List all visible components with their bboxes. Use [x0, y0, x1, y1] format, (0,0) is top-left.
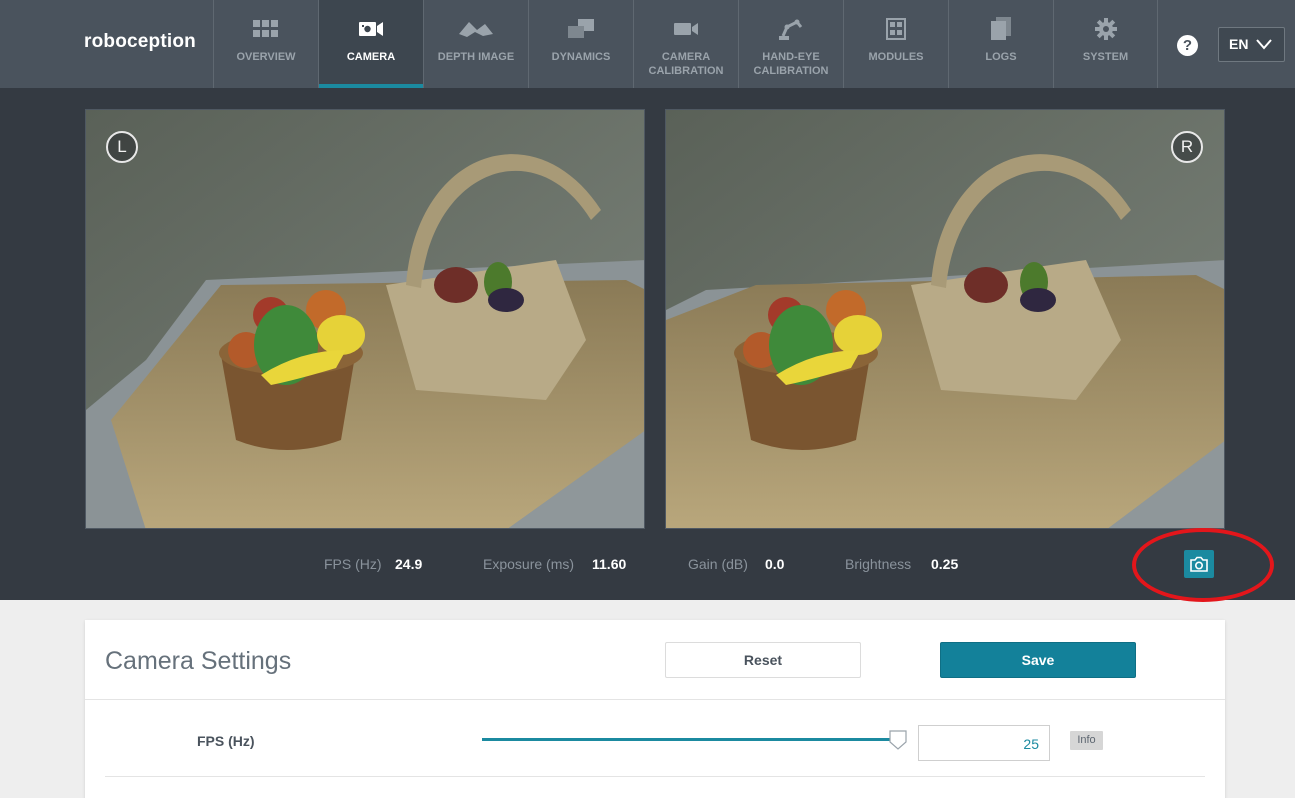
tab-camera-calibration-label: CAMERA CALIBRATION — [648, 51, 724, 77]
fps-setting-label: FPS (Hz) — [197, 733, 255, 749]
exposure-stat-value: 11.60 — [592, 556, 627, 572]
tab-depth-image-label: DEPTH IMAGE — [437, 51, 515, 63]
logs-icon — [949, 17, 1053, 40]
tab-overview-label: OVERVIEW — [236, 51, 296, 63]
main-navigation: OVERVIEW CAMERA DEPTH IMAGE DYNAMICS CAM… — [213, 0, 1158, 88]
video-camera-icon — [634, 18, 738, 40]
left-camera-image: L — [85, 109, 645, 529]
camera-stats: FPS (Hz) 24.9 Exposure (ms) 11.60 Gain (… — [0, 556, 1295, 576]
fps-number-input[interactable]: 25 — [918, 725, 1050, 761]
reset-button[interactable]: Reset — [665, 642, 861, 678]
tab-system[interactable]: SYSTEM — [1053, 0, 1158, 88]
brightness-stat-label: Brightness — [845, 556, 912, 572]
save-button[interactable]: Save — [940, 642, 1136, 678]
camera-scene-left — [86, 110, 644, 528]
annotation-highlight-circle — [1132, 528, 1274, 602]
gain-stat-value: 0.0 — [765, 556, 785, 572]
gain-stat-label: Gain (dB) — [688, 556, 748, 572]
roboception-logo[interactable]: roboception — [84, 31, 196, 53]
tab-hand-eye-calibration-label: HAND-EYE CALIBRATION — [753, 51, 829, 77]
robot-arm-icon — [739, 18, 843, 40]
right-camera-image: R — [665, 109, 1225, 529]
modules-icon — [844, 18, 948, 40]
tab-hand-eye-calibration[interactable]: HAND-EYE CALIBRATION — [738, 0, 843, 88]
tab-modules[interactable]: MODULES — [843, 0, 948, 88]
fps-stat-label: FPS (Hz) — [324, 556, 382, 572]
brightness-stat-value: 0.25 — [931, 556, 959, 572]
chevron-down-icon — [1256, 39, 1272, 50]
camera-icon — [319, 18, 423, 40]
camera-scene-right — [666, 110, 1224, 528]
tab-dynamics[interactable]: DYNAMICS — [528, 0, 633, 88]
fps-slider-track[interactable] — [482, 738, 900, 741]
fps-slider-thumb[interactable] — [889, 730, 907, 750]
row-divider — [105, 776, 1205, 777]
top-navigation-bar: roboception OVERVIEW CAMERA DEPTH IMAGE … — [0, 0, 1295, 88]
tab-modules-label: MODULES — [868, 51, 924, 63]
tab-dynamics-label: DYNAMICS — [551, 51, 611, 63]
fps-stat-value: 24.9 — [395, 556, 423, 572]
fps-info-button[interactable]: Info — [1070, 731, 1103, 750]
exposure-stat-label: Exposure (ms) — [483, 556, 575, 572]
tab-depth-image[interactable]: DEPTH IMAGE — [423, 0, 528, 88]
tab-system-label: SYSTEM — [1082, 51, 1129, 63]
tab-overview[interactable]: OVERVIEW — [213, 0, 318, 88]
tab-camera-label: CAMERA — [346, 51, 396, 63]
gear-icon — [1054, 18, 1157, 40]
right-camera-badge: R — [1171, 131, 1203, 163]
tab-logs[interactable]: LOGS — [948, 0, 1053, 88]
tab-camera-calibration[interactable]: CAMERA CALIBRATION — [633, 0, 738, 88]
left-camera-badge: L — [106, 131, 138, 163]
language-select[interactable]: EN — [1218, 27, 1285, 62]
depth-image-icon — [424, 18, 528, 40]
language-value: EN — [1229, 36, 1249, 52]
camera-settings-title: Camera Settings — [105, 647, 292, 675]
tab-logs-label: LOGS — [985, 51, 1017, 63]
camera-viewer: L R FPS (Hz) 24.9 Exposure (ms) 11.60 Ga… — [0, 88, 1295, 602]
help-icon[interactable]: ? — [1177, 35, 1198, 56]
grid-icon — [214, 18, 318, 40]
tab-camera[interactable]: CAMERA — [318, 0, 423, 88]
dynamics-icon — [529, 18, 633, 40]
card-divider — [85, 699, 1225, 700]
camera-settings-card: Camera Settings Reset Save FPS (Hz) 25 I… — [85, 620, 1225, 798]
